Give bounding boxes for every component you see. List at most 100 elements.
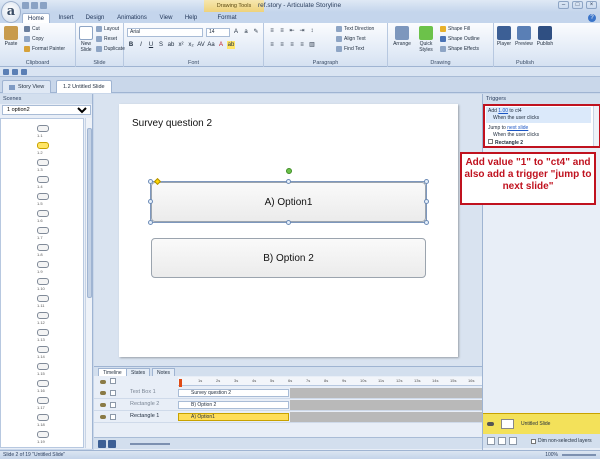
duplicate-layer-icon[interactable] [498,437,506,445]
underline-icon[interactable]: U [147,41,155,49]
new-layer-icon[interactable] [487,437,495,445]
trigger-jump-to-slide[interactable]: Jump to next slide [488,125,528,131]
text-direction-button[interactable]: Text Direction [336,26,374,32]
eye-icon[interactable] [487,422,494,426]
shrink-font-icon[interactable]: a [242,28,250,36]
format-painter-button[interactable]: Format Painter [24,46,65,52]
find-text-button[interactable]: Find Text [336,46,364,52]
arrange-button[interactable]: Arrange [391,26,413,47]
save-icon[interactable] [3,69,9,75]
scene-thumbnail[interactable] [37,210,49,217]
resize-handle[interactable] [424,179,429,184]
tab-notes[interactable]: Notes [152,368,176,376]
tab-design[interactable]: Design [82,13,108,23]
timeline-zoom-slider[interactable] [130,443,170,445]
timeline-row[interactable]: Text Box 1 Survey question 2 [94,388,482,399]
columns-icon[interactable]: ▥ [308,41,316,49]
tab-view[interactable]: View [156,13,176,23]
resize-handle[interactable] [148,220,153,225]
eye-icon[interactable] [100,403,106,407]
cut-button[interactable]: Cut [24,26,40,32]
scene-thumbnail[interactable] [37,193,49,200]
timeline-ruler[interactable]: 1s 2s 3s 4s 5s 6s 7s 8s 9s 10s 11s 12s 13s 14s 15s 16s [178,377,482,386]
close-button[interactable]: × [586,1,597,9]
option2-button[interactable]: B) Option 2 [151,238,426,278]
tab-animations[interactable]: Animations [113,13,151,23]
minimize-button[interactable]: – [558,1,569,9]
scene-thumbnail[interactable] [37,363,49,370]
save-icon[interactable] [22,2,29,9]
zoom-slider[interactable] [562,454,596,456]
italic-icon[interactable]: I [137,41,145,49]
trigger-target-link[interactable]: next slide [507,125,528,131]
object-bar[interactable]: Survey question 2 [178,389,289,397]
subscript-icon[interactable]: x₂ [187,41,195,49]
lock-icon[interactable] [110,378,116,384]
scenes-scrollbar[interactable] [85,118,92,448]
player-button[interactable]: Player [494,26,514,47]
strikethrough-icon[interactable]: ab [167,41,175,49]
scene-thumbnail[interactable] [37,346,49,353]
shadow-icon[interactable]: S [157,41,165,49]
playhead[interactable] [179,379,182,387]
scene-thumbnail-list[interactable]: 1.1 1.2 1.3 1.4 1.5 1.6 1.7 1.8 1.9 1.10 1.11 1.12 1… [0,118,84,448]
align-center-icon[interactable]: ≡ [278,41,286,49]
clear-format-icon[interactable]: ✎ [252,28,260,36]
trigger-value-link[interactable]: 1.00 [498,108,508,114]
scene-select[interactable]: 1 option2 [2,105,91,115]
scene-thumbnail[interactable] [37,244,49,251]
decrease-indent-icon[interactable]: ⇤ [288,27,296,35]
scene-thumbnail[interactable] [37,159,49,166]
bold-icon[interactable]: B [127,41,135,49]
scene-thumbnail[interactable] [37,295,49,302]
collapse-icon[interactable] [488,139,493,144]
scene-thumbnail[interactable] [37,142,49,149]
resize-handle[interactable] [424,220,429,225]
quick-styles-button[interactable]: Quick Styles [414,26,438,53]
shape-effects-button[interactable]: Shape Effects [440,46,479,52]
trigger-add-variable[interactable]: Add 1.00 to ct4 [488,108,522,114]
tab-untitled-slide[interactable]: 1.2 Untitled Slide [56,80,112,93]
delete-layer-icon[interactable] [509,437,517,445]
scene-thumbnail[interactable] [37,227,49,234]
line-spacing-icon[interactable]: ↕ [308,27,316,35]
resize-handle[interactable] [424,199,429,204]
trigger-object-group[interactable]: Rectangle 2 [488,139,523,146]
shape-outline-button[interactable]: Shape Outline [440,36,480,42]
scroll-thumb[interactable] [87,128,92,298]
tab-format[interactable]: Format [214,13,240,23]
align-left-icon[interactable]: ≡ [268,41,276,49]
eye-icon[interactable] [100,415,106,419]
align-right-icon[interactable]: ≡ [288,41,296,49]
resize-handle[interactable] [148,179,153,184]
tab-insert[interactable]: Insert [54,13,78,23]
preview-button[interactable]: Preview [514,26,534,47]
spacing-icon[interactable]: AV [197,41,205,49]
font-size-select[interactable]: 14 [206,28,230,37]
font-color-icon[interactable]: A [217,41,225,49]
stop-icon[interactable] [108,440,116,448]
tab-help[interactable]: Help [182,13,200,23]
scene-thumbnail[interactable] [37,176,49,183]
new-slide-button[interactable]: New Slide [77,26,95,53]
case-icon[interactable]: Aa [207,41,215,49]
lock-icon[interactable] [110,390,116,396]
scene-thumbnail[interactable] [37,312,49,319]
slide-title[interactable]: Survey question 2 [132,118,212,129]
scene-thumbnail[interactable] [37,278,49,285]
grow-font-icon[interactable]: A [232,28,240,36]
eye-icon[interactable] [100,391,106,395]
scene-thumbnail[interactable] [37,329,49,336]
duplicate-button[interactable]: Duplicate [96,46,125,52]
timeline-row-selected[interactable]: Rectangle 1 A) Option1 [94,412,482,423]
lock-icon[interactable] [110,402,116,408]
resize-handle[interactable] [286,179,291,184]
tab-home[interactable]: Home [22,13,50,23]
copy-button[interactable]: Copy [24,36,44,42]
tab-story-view[interactable]: Story View [2,80,52,93]
numbering-icon[interactable]: ≡ [278,27,286,35]
app-logo[interactable]: a [1,1,21,23]
slide-canvas[interactable]: Survey question 2 A) Option1 B) Option 2 [119,104,458,357]
object-bar[interactable]: A) Option1 [178,413,289,421]
scene-thumbnail[interactable] [37,397,49,404]
